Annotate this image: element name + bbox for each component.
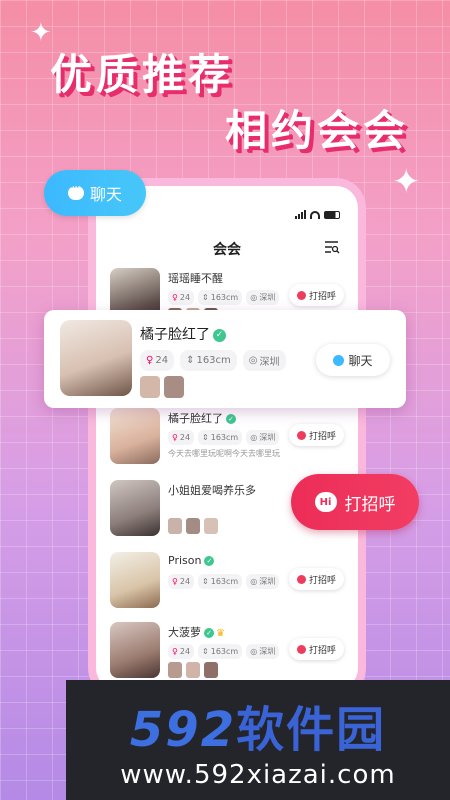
- chat-icon: [333, 354, 345, 366]
- greet-button[interactable]: 打招呼: [288, 284, 344, 306]
- female-icon: ♀: [146, 355, 154, 366]
- location-icon: ◎: [250, 293, 258, 302]
- age-tag: ♀ 24: [168, 574, 195, 589]
- avatar: [110, 552, 160, 608]
- chat-bubble-button[interactable]: 聊天: [44, 170, 146, 216]
- user-name: 橘子脸红了 ✓: [168, 410, 236, 426]
- age-tag: ♀ 24: [168, 644, 195, 659]
- greet-icon: [296, 430, 306, 440]
- user-name: 橘子脸红了 ✓: [140, 324, 226, 344]
- age-tag: ♀ 24: [168, 290, 195, 305]
- headline-line1: 优质推荐: [50, 50, 235, 99]
- user-name: 大菠萝 ✓ ♛: [168, 626, 225, 639]
- verified-icon: ✓: [213, 328, 226, 342]
- watermark-url: www.592xiazai.com: [120, 760, 396, 790]
- user-tags: ♀ 24 ⇕ 163cm ◎ 深圳: [168, 574, 280, 589]
- city-tag: ◎ 深圳: [246, 290, 280, 305]
- height-tag: ⇕ 163cm: [198, 430, 243, 445]
- height-tag: ⇕ 163cm: [180, 350, 237, 371]
- user-name: 小姐姐爱喝养乐多: [168, 484, 256, 497]
- location-icon: ◎: [250, 647, 258, 656]
- greet-icon: [296, 644, 306, 654]
- app-title: 会会: [213, 242, 241, 258]
- height-icon: ⇕: [202, 293, 209, 302]
- greet-button[interactable]: 打招呼: [288, 568, 344, 590]
- greet-bubble-label: 打招呼: [344, 494, 396, 515]
- height-icon: ⇕: [202, 647, 209, 656]
- height-tag: ⇕ 163cm: [198, 290, 243, 305]
- chat-icon: [67, 182, 84, 200]
- sparkle-icon: ✦: [392, 162, 421, 202]
- filter-search-icon[interactable]: [324, 240, 340, 254]
- featured-user-card[interactable]: 橘子脸红了 ✓ ♀ 24 ⇕ 163cm ◎ 深圳 聊天: [44, 310, 406, 408]
- list-item[interactable]: Prison ✓ ♀ 24 ⇕ 163cm ◎ 深圳 打招呼: [110, 552, 348, 630]
- signal-icon: [295, 210, 306, 219]
- user-tags: ♀ 24 ⇕ 163cm ◎ 深圳: [168, 290, 280, 305]
- user-tags: ♀ 24 ⇕ 163cm ◎ 深圳: [168, 430, 280, 445]
- avatar: [60, 320, 132, 396]
- city-tag: ◎ 深圳: [246, 574, 280, 589]
- height-icon: ⇕: [202, 433, 209, 442]
- wifi-icon: [310, 211, 320, 219]
- female-icon: ♀: [172, 577, 178, 586]
- battery-icon: [324, 211, 340, 219]
- location-icon: ◎: [248, 355, 258, 366]
- photo-thumbnails: [140, 376, 184, 398]
- female-icon: ♀: [172, 647, 178, 656]
- avatar: [110, 408, 160, 464]
- chat-bubble-label: 聊天: [89, 185, 122, 204]
- greet-button[interactable]: 打招呼: [288, 638, 344, 660]
- user-name: 瑶瑶睡不醒: [168, 272, 223, 285]
- greet-button[interactable]: 打招呼: [288, 424, 344, 446]
- greet-icon: [296, 290, 306, 300]
- city-tag: ◎ 深圳: [246, 430, 280, 445]
- status-bar: [295, 210, 340, 219]
- location-icon: ◎: [250, 577, 258, 586]
- user-tags: ♀ 24 ⇕ 163cm ◎ 深圳: [168, 644, 280, 659]
- crown-icon: ♛: [216, 628, 225, 639]
- photo-thumbnails: [168, 662, 218, 678]
- verified-icon: ✓: [226, 414, 236, 424]
- location-icon: ◎: [250, 433, 258, 442]
- city-tag: ◎ 深圳: [242, 350, 286, 371]
- user-message: 今天去哪里玩呢啊今天去哪里玩: [168, 449, 280, 458]
- avatar: [110, 622, 160, 678]
- greet-bubble-button[interactable]: Hi 打招呼: [291, 474, 419, 530]
- verified-icon: ✓: [204, 556, 215, 566]
- sparkle-icon: ✦: [30, 18, 52, 48]
- city-tag: ◎ 深圳: [246, 644, 280, 659]
- phone-screen: 会会 瑶瑶睡不醒 ♀ 24 ⇕ 163cm ◎ 深圳 打招呼 橘子脸红了 ✓ ♀…: [96, 186, 358, 690]
- chat-button[interactable]: 聊天: [316, 344, 390, 376]
- headline-line2: 相约会会: [225, 106, 410, 155]
- avatar: [110, 480, 160, 536]
- height-icon: ⇕: [202, 577, 209, 586]
- age-tag: ♀ 24: [168, 430, 195, 445]
- verified-icon: ✓: [204, 628, 214, 638]
- watermark-banner: 592软件园 www.592xiazai.com: [66, 680, 450, 800]
- height-tag: ⇕ 163cm: [198, 644, 243, 659]
- phone-frame: 会会 瑶瑶睡不醒 ♀ 24 ⇕ 163cm ◎ 深圳 打招呼 橘子脸红了 ✓ ♀…: [88, 178, 366, 698]
- height-icon: ⇕: [186, 355, 195, 366]
- watermark-logo: 592软件园: [129, 702, 387, 758]
- age-tag: ♀ 24: [140, 350, 175, 371]
- hi-icon: Hi: [314, 492, 337, 512]
- female-icon: ♀: [172, 433, 178, 442]
- greet-icon: [296, 574, 306, 584]
- user-tags: ♀ 24 ⇕ 163cm ◎ 深圳: [140, 350, 286, 371]
- user-name: Prison ✓: [168, 554, 215, 567]
- height-tag: ⇕ 163cm: [198, 574, 243, 589]
- photo-thumbnails: [168, 518, 218, 534]
- female-icon: ♀: [172, 293, 178, 302]
